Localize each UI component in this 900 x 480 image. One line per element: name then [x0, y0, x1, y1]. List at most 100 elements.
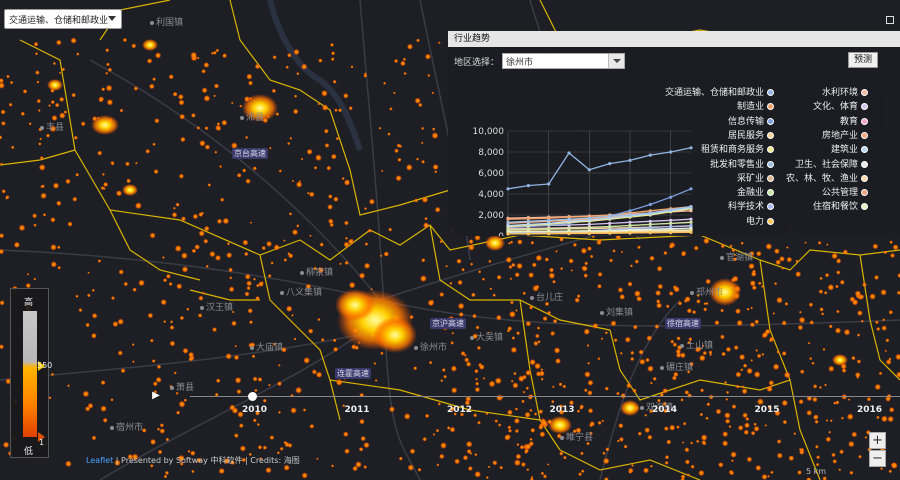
heat-point	[434, 206, 441, 213]
legend-item[interactable]: 信息传输	[728, 114, 774, 127]
legend-item[interactable]: 房地产业	[822, 128, 868, 141]
heat-point	[783, 371, 791, 379]
legend-label: 批发和零售业	[709, 159, 764, 170]
fullscreen-icon[interactable]	[886, 16, 894, 24]
heat-point	[76, 52, 80, 56]
heat-point	[725, 346, 732, 353]
timeline-year[interactable]: 2014	[652, 405, 677, 415]
heat-point	[597, 271, 603, 277]
heat-point	[815, 462, 820, 467]
heat-point	[781, 320, 787, 326]
y-tick-label: 8,000	[478, 148, 504, 158]
legend-item[interactable]: 租赁和商务服务	[701, 142, 774, 155]
heat-point	[849, 470, 854, 475]
legend-item[interactable]: 批发和零售业	[710, 157, 774, 170]
heat-point	[219, 165, 223, 168]
timeline-year[interactable]: 2010	[242, 405, 267, 415]
heat-point	[539, 431, 546, 438]
timeline-year[interactable]: 2015	[755, 405, 780, 415]
heat-point	[684, 447, 690, 453]
heat-point	[529, 305, 534, 310]
heat-point	[0, 300, 5, 306]
heat-point	[214, 150, 218, 154]
legend-item[interactable]: 采矿业	[737, 171, 774, 184]
heat-point	[740, 368, 744, 372]
play-icon[interactable]: ▶	[149, 389, 163, 403]
heat-point	[881, 415, 888, 423]
heat-point	[292, 108, 299, 115]
heat-point	[722, 440, 729, 447]
legend-item[interactable]: 水利环境	[822, 85, 868, 98]
timeline-year[interactable]: 2013	[550, 405, 575, 415]
heat-point	[835, 284, 839, 289]
leaflet-link[interactable]: Leaflet	[86, 456, 113, 465]
heat-point	[664, 460, 669, 465]
region-select[interactable]: 徐州市	[502, 53, 626, 69]
legend-item[interactable]: 住宿和餐饮	[813, 199, 868, 212]
legend-item[interactable]: 居民服务	[728, 128, 774, 141]
heat-point	[194, 244, 200, 250]
legend-item[interactable]: 公共管理	[822, 185, 868, 198]
timeline-year[interactable]: 2012	[447, 405, 472, 415]
heat-point	[295, 181, 303, 188]
data-point	[689, 187, 693, 191]
heat-point	[407, 43, 413, 50]
heat-point	[866, 397, 872, 402]
heat-point	[537, 340, 541, 344]
heat-point	[638, 349, 644, 355]
heat-point	[50, 217, 56, 223]
heat-point	[776, 452, 783, 459]
heat-point	[468, 244, 475, 251]
heat-point	[580, 469, 585, 474]
heat-point	[440, 442, 447, 449]
heat-point	[739, 354, 746, 361]
heat-point	[799, 310, 802, 314]
heat-point	[869, 293, 876, 300]
timeline-year[interactable]: 2016	[857, 405, 882, 415]
heat-point	[278, 410, 281, 414]
heat-point	[213, 94, 216, 98]
predict-button[interactable]: 预测	[848, 52, 878, 68]
heat-point	[176, 283, 183, 290]
heat-point	[231, 101, 234, 105]
heat-point	[462, 455, 469, 461]
legend-item[interactable]: 科学技术	[728, 199, 774, 212]
heat-point	[550, 331, 556, 336]
legend-item[interactable]: 金融业	[737, 185, 774, 198]
legend-item[interactable]: 建筑业	[831, 142, 868, 155]
legend-item[interactable]: 制造业	[737, 99, 774, 112]
legend-item[interactable]: 电力	[746, 214, 774, 227]
heat-point	[201, 291, 205, 295]
heat-point	[75, 294, 79, 298]
heat-point	[63, 110, 68, 114]
timeline-thumb[interactable]	[248, 392, 257, 401]
heat-point	[261, 245, 266, 251]
data-point	[567, 151, 571, 155]
heat-point	[485, 412, 489, 416]
industry-select[interactable]: 交通运输、仓储和邮政业	[4, 9, 122, 29]
zoom-out-button[interactable]: −	[869, 450, 886, 467]
heat-point	[854, 290, 862, 297]
legend-item[interactable]: 教育	[840, 114, 868, 127]
place-label: 土山镇	[680, 338, 713, 351]
legend-item[interactable]: 文化、体育	[813, 99, 868, 112]
heat-point	[753, 422, 757, 426]
zoom-in-button[interactable]: +	[869, 432, 886, 449]
heat-point	[705, 416, 709, 420]
heat-point	[857, 310, 863, 316]
timeline-year[interactable]: 2011	[345, 405, 370, 415]
heat-point	[6, 74, 10, 79]
heat-point	[892, 244, 899, 251]
place-label: 台儿庄	[530, 290, 563, 303]
heat-point	[772, 363, 780, 371]
legend-item[interactable]: 农、林、牧、渔业	[786, 171, 868, 184]
heat-point	[383, 251, 389, 257]
heat-point	[441, 368, 446, 372]
heat-point	[296, 72, 300, 76]
legend-item[interactable]: 卫生、社会保障	[795, 157, 868, 170]
legend-item[interactable]: 交通运输、仓储和邮政业	[665, 85, 774, 98]
heat-point	[473, 413, 478, 418]
timeline-track[interactable]	[190, 396, 900, 397]
data-point	[628, 231, 632, 235]
heat-point	[246, 280, 253, 287]
